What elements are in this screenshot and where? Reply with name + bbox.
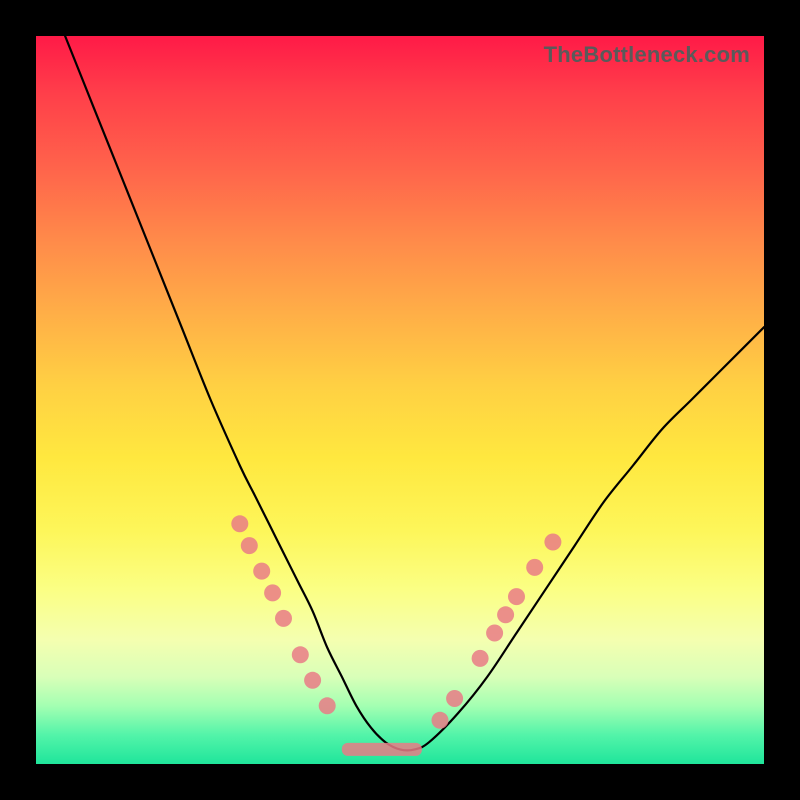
- curve-marker: [241, 537, 258, 554]
- curve-marker: [264, 584, 281, 601]
- markers-right-group: [432, 534, 562, 729]
- outer-frame: TheBottleneck.com: [0, 0, 800, 800]
- watermark-text: TheBottleneck.com: [544, 42, 750, 68]
- curve-marker: [432, 712, 449, 729]
- curve-marker: [544, 534, 561, 551]
- curve-svg: [36, 36, 764, 764]
- curve-marker: [292, 646, 309, 663]
- curve-marker: [304, 672, 321, 689]
- curve-marker: [231, 515, 248, 532]
- plot-area: TheBottleneck.com: [36, 36, 764, 764]
- curve-marker: [526, 559, 543, 576]
- curve-marker: [486, 625, 503, 642]
- curve-marker: [319, 697, 336, 714]
- curve-marker: [497, 606, 514, 623]
- curve-marker: [253, 563, 270, 580]
- curve-marker: [472, 650, 489, 667]
- markers-left-group: [231, 515, 335, 714]
- bottleneck-curve: [65, 36, 764, 750]
- curve-marker: [508, 588, 525, 605]
- curve-marker: [275, 610, 292, 627]
- curve-marker: [446, 690, 463, 707]
- flat-segment-marker: [342, 743, 422, 756]
